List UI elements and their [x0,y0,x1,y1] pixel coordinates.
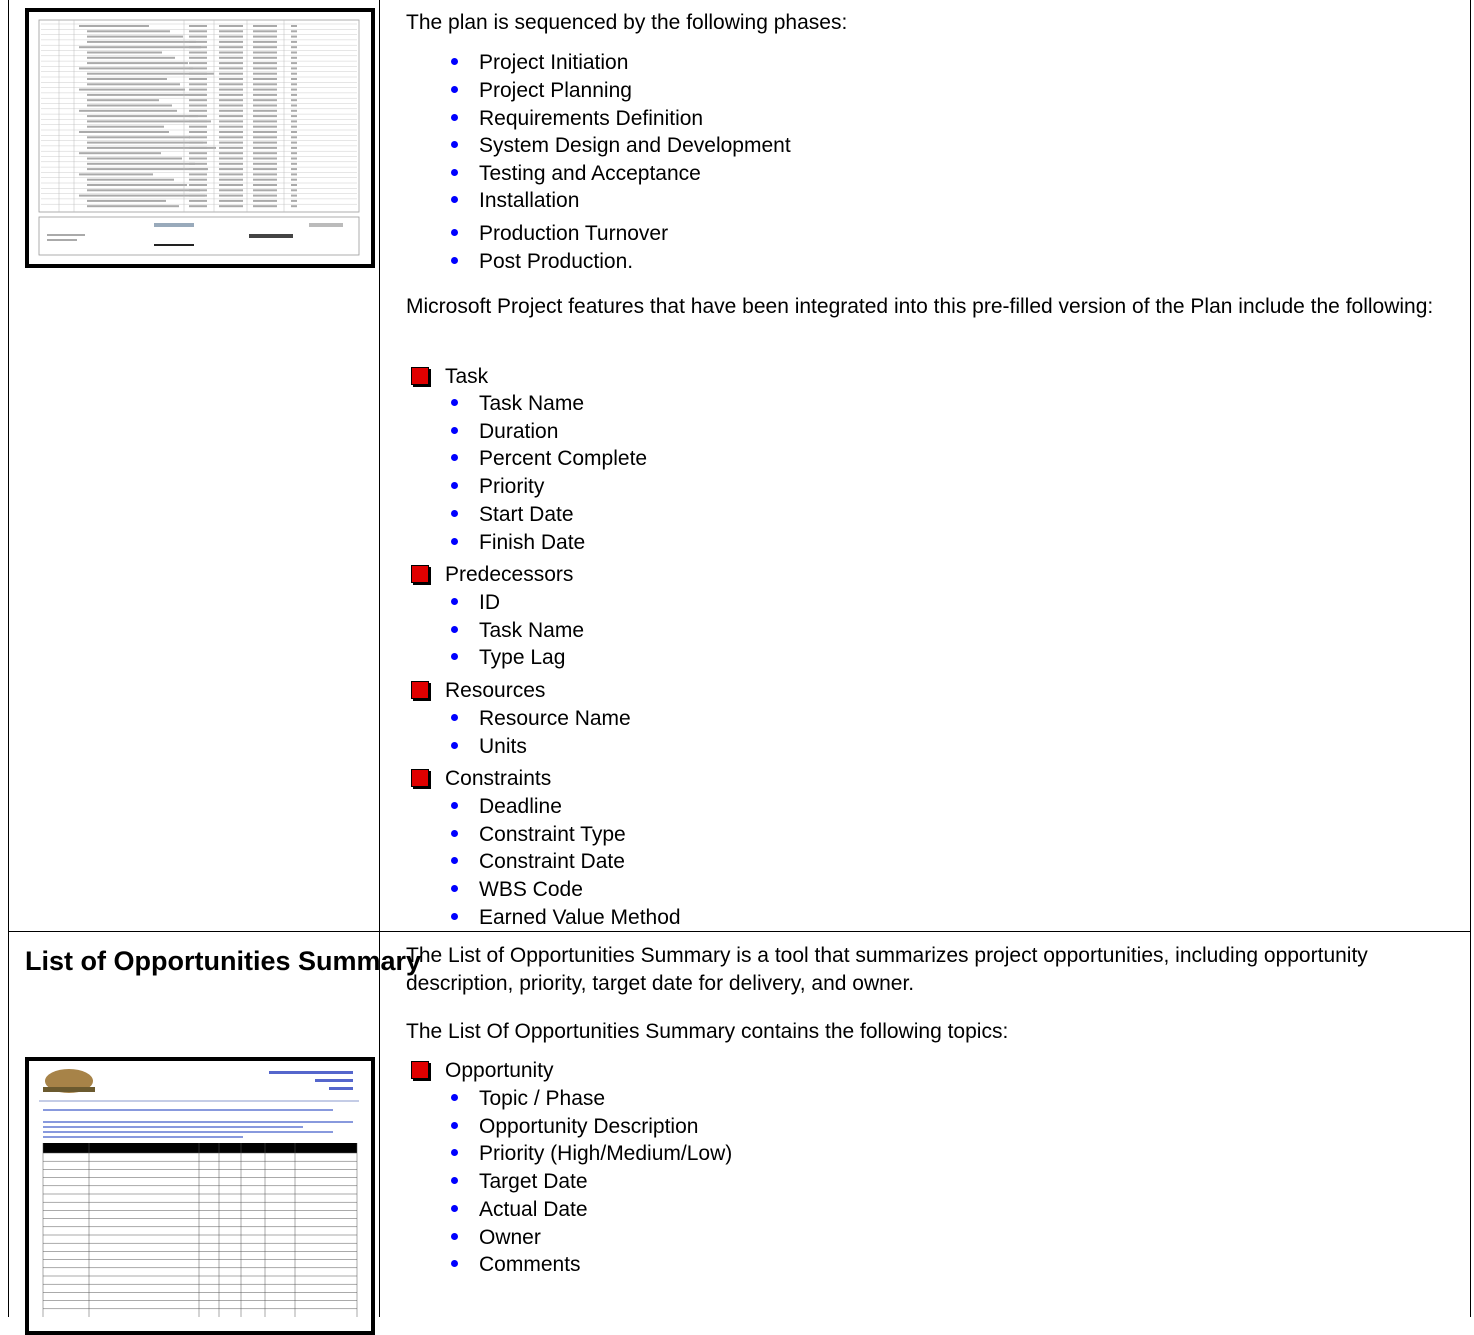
list-item-label: Target Date [479,1170,588,1194]
bullet-icon [451,857,458,865]
features-intro: Microsoft Project features that have bee… [406,295,1434,318]
list-item-label: Resource Name [479,707,631,730]
square-bullet-icon [411,1061,429,1079]
bullet-icon [451,1204,458,1212]
bullet-icon [451,196,458,203]
list-item-label: Priority (High/Medium/Low) [479,1142,733,1166]
list-item-label: Post Production. [479,250,634,273]
list-item-label: Constraints [445,767,552,790]
list-item-label: Finish Date [479,530,586,554]
bullet-icon [451,653,458,661]
bullet-icon [451,1232,458,1240]
list-item-label: Comments [479,1253,581,1277]
bullet-icon [451,598,458,605]
square-bullet-icon [411,565,429,583]
bullet-icon [451,625,458,633]
bullet-icon [451,86,458,93]
list-item-label: Deadline [479,795,562,818]
bullet-icon [451,426,458,434]
list-item-label: Earned Value Method [479,905,681,929]
bullet-icon [451,454,458,462]
list-item-label: Priority [479,475,545,499]
table-column-divider [379,0,380,1317]
list-item-label: Testing and Acceptance [479,162,701,185]
opportunities-description: The List of Opportunities Summary is a t… [406,944,1368,995]
list-item-label: Constraint Type [479,822,626,846]
bullet-icon [451,829,458,837]
list-item-label: Project Planning [479,79,632,102]
opportunities-thumbnail [25,1057,375,1335]
bullet-icon [451,114,458,121]
list-item-label: Opportunity Description [479,1114,699,1138]
bullet-icon [451,399,458,406]
list-item-label: Task Name [479,618,585,642]
list-item-label: Start Date [479,502,574,526]
square-bullet-icon [411,769,429,787]
list-item-label: Task [445,365,489,388]
list-item-label: Predecessors [445,563,574,586]
bullet-icon [451,141,458,148]
square-bullet-icon [411,367,429,385]
list-item-label: Task Name [479,392,585,415]
bullet-icon [451,229,458,236]
opportunities-topics-intro: The List Of Opportunities Summary contai… [406,1020,1009,1043]
list-item-label: System Design and Development [479,134,791,157]
bullet-icon [451,714,458,721]
list-item-label: WBS Code [479,878,583,902]
list-item-label: Resources [445,679,546,702]
bullet-icon [451,482,458,490]
table-row-divider [8,931,1471,932]
list-item-label: Duration [479,419,559,443]
bullet-icon [451,169,458,176]
table-border-right [1470,0,1471,1317]
bullet-icon [451,257,458,264]
list-item-label: Project Initiation [479,51,629,74]
list-item-label: Type Lag [479,646,566,670]
opportunities-heading: List of Opportunities Summary [25,946,422,976]
list-item-label: Units [479,734,527,758]
list-item-label: ID [479,591,500,614]
list-item-label: Constraint Date [479,850,625,874]
bullet-icon [451,1094,458,1101]
bullet-icon [451,58,458,65]
bullet-icon [451,1121,458,1129]
bullet-icon [451,741,458,749]
bullet-icon [451,537,458,545]
list-item-label: Opportunity [445,1059,554,1082]
square-bullet-icon [411,681,429,699]
table-border-left [8,0,9,1317]
bullet-icon [451,802,458,809]
bullet-icon [451,1260,458,1268]
list-item-label: Installation [479,189,580,212]
bullet-icon [451,912,458,920]
list-item-label: Requirements Definition [479,107,704,130]
project-plan-thumbnail [25,8,375,268]
list-item-label: Percent Complete [479,447,648,471]
list-item-label: Actual Date [479,1197,588,1221]
bullet-icon [451,1149,458,1157]
list-item-label: Owner [479,1225,541,1249]
list-item-label: Production Turnover [479,222,669,245]
bullet-icon [451,509,458,517]
bullet-icon [451,885,458,893]
bullet-icon [451,1177,458,1185]
phases-intro: The plan is sequenced by the following p… [406,11,848,34]
list-item-label: Topic / Phase [479,1087,606,1110]
